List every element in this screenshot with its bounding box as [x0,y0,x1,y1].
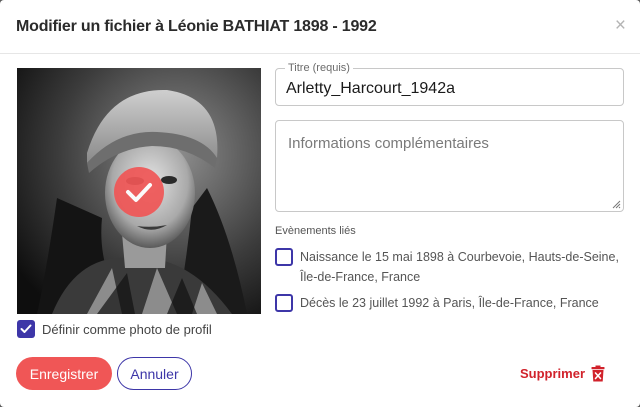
dialog-title: Modifier un fichier à Léonie BATHIAT 189… [16,17,377,35]
event-item-birth[interactable]: Naissance le 15 mai 1898 à Courbevoie, H… [275,248,625,287]
event-checkbox[interactable] [275,294,293,312]
profile-photo-checkbox[interactable] [17,320,35,338]
save-button[interactable]: Enregistrer [16,357,112,390]
additional-info-textarea[interactable]: Informations complémentaires [275,120,624,212]
checkmark-icon [20,324,32,333]
linked-events-label: Evènements liés [275,225,356,237]
delete-button[interactable]: Supprimer [520,365,605,382]
title-label: Titre (requis) [285,62,353,74]
edit-file-dialog: Modifier un fichier à Léonie BATHIAT 189… [0,0,640,407]
selected-check-icon [114,167,164,217]
event-checkbox[interactable] [275,248,293,266]
trash-icon [591,365,605,382]
info-placeholder: Informations complémentaires [288,135,489,152]
cancel-button[interactable]: Annuler [117,357,192,390]
event-label: Naissance le 15 mai 1898 à Courbevoie, H… [300,250,619,284]
resize-handle-icon[interactable] [611,199,621,209]
delete-label: Supprimer [520,366,586,381]
dialog-header: Modifier un fichier à Léonie BATHIAT 189… [0,0,640,54]
close-icon[interactable]: × [615,16,626,35]
profile-photo-label: Définir comme photo de profil [42,321,212,337]
profile-photo-option[interactable]: Définir comme photo de profil [17,320,212,338]
event-item-death[interactable]: Décès le 23 juillet 1992 à Paris, Île-de… [275,294,625,313]
event-label: Décès le 23 juillet 1992 à Paris, Île-de… [300,296,599,310]
